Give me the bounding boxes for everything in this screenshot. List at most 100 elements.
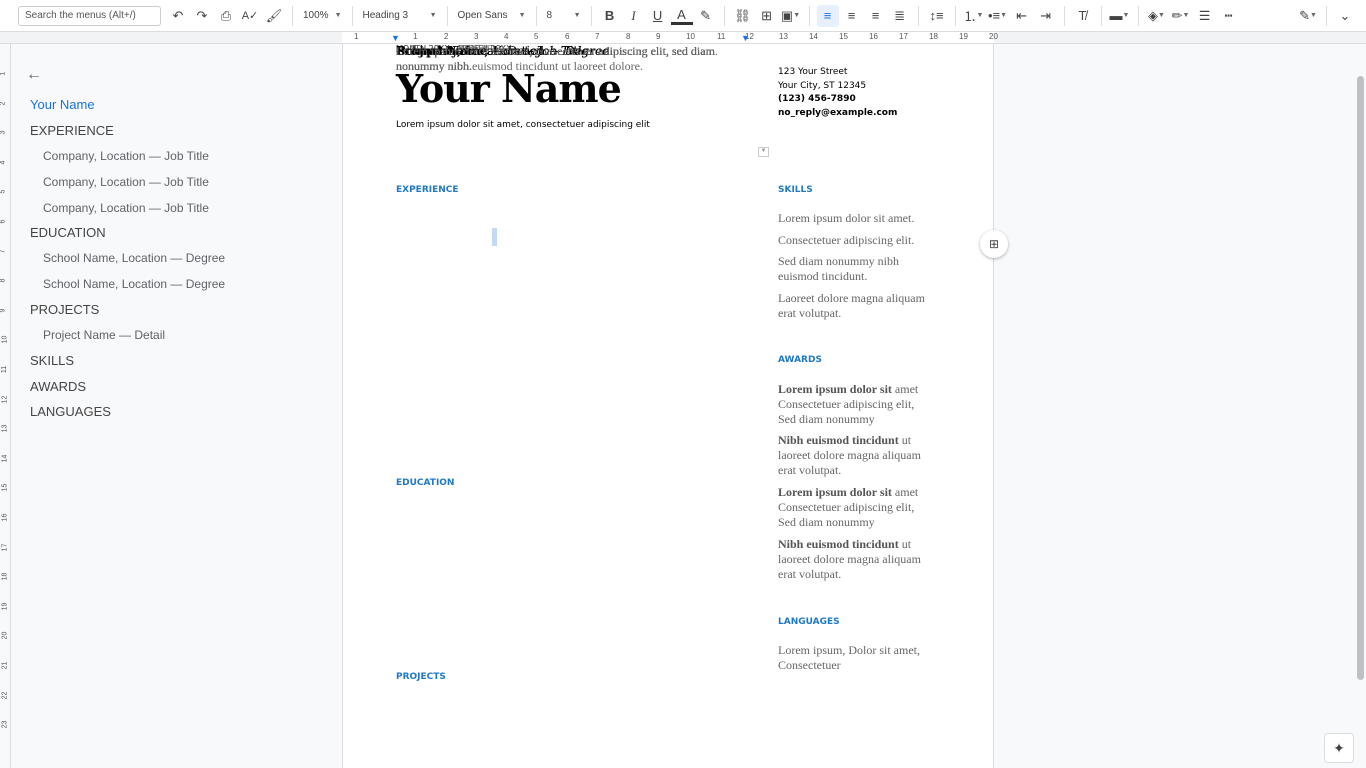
divider <box>292 5 293 26</box>
divider <box>808 5 810 26</box>
line-spacing-icon[interactable]: ↕≡ <box>926 5 948 27</box>
outline-item[interactable]: PROJECTS <box>30 302 99 317</box>
link-icon[interactable]: ⛓ <box>732 5 754 27</box>
outline-item[interactable]: School Name, Location — Degree <box>43 277 225 291</box>
table-options-icon[interactable]: ▼ <box>758 147 769 157</box>
align-left-icon[interactable]: ≡ <box>816 4 839 27</box>
close-outline-icon[interactable]: ← <box>26 66 42 84</box>
bulleted-list-icon[interactable]: •≡ ▼ <box>987 5 1009 27</box>
text-color-icon[interactable]: A <box>670 7 693 25</box>
search-menus-input[interactable]: Search the menus (Alt+/) <box>18 5 161 26</box>
projects-heading: PROJECTS <box>396 672 446 682</box>
ruler-tick-label: 4 <box>504 32 509 41</box>
outline-item[interactable]: Project Name — Detail <box>43 328 165 342</box>
caret-icon: ▼ <box>334 12 342 19</box>
caret-icon: ▼ <box>518 12 526 19</box>
divider <box>954 5 956 26</box>
education-heading: EDUCATION <box>396 478 455 488</box>
decrease-indent-icon[interactable]: ⇤ <box>1011 5 1033 27</box>
divider <box>1100 5 1102 26</box>
redo-icon[interactable]: ↷ <box>191 5 213 27</box>
numbered-list-icon[interactable]: ⒈ ▼ <box>963 5 985 27</box>
border-dash-icon[interactable]: ┅ <box>1218 5 1240 27</box>
outline-item[interactable]: LANGUAGES <box>30 404 111 419</box>
undo-icon[interactable]: ↶ <box>167 5 189 27</box>
zoom-value: 100% <box>303 10 329 21</box>
increase-indent-icon[interactable]: ⇥ <box>1035 5 1057 27</box>
outline-item[interactable]: SKILLS <box>30 353 74 368</box>
languages-text: Lorem ipsum, Dolor sit amet, Consectetue… <box>778 643 920 672</box>
print-icon[interactable]: ⎙ <box>215 5 237 27</box>
fill-color-icon[interactable]: ◈ ▼ <box>1146 5 1168 27</box>
align-right-icon[interactable]: ≡ <box>865 5 887 27</box>
border-color-icon[interactable]: ✏ ▼ <box>1170 5 1192 27</box>
award-title: Lorem ipsum dolor sit <box>778 485 892 499</box>
ruler-tick-label: 2 <box>444 32 449 41</box>
italic-icon[interactable]: I <box>623 5 645 27</box>
divider <box>1063 5 1065 26</box>
editing-mode-icon[interactable]: ✎ ▼ <box>1297 5 1319 27</box>
ruler-tick-label: 14 <box>809 32 818 41</box>
skill-item: Sed diam nonummy nibh euismod tincidunt. <box>778 254 899 283</box>
style-value: Heading 3 <box>362 10 409 21</box>
document-page[interactable]: Your Name Lorem ipsum dolor sit amet, co… <box>342 44 994 768</box>
border-width-icon[interactable]: ☰ <box>1194 5 1216 27</box>
zoom-dropdown[interactable]: 100% ▼ <box>299 10 346 21</box>
text-selection-cursor <box>492 228 497 246</box>
font-size-value: 8 <box>546 10 553 21</box>
caret-icon: ▼ <box>573 12 581 19</box>
divider <box>723 5 725 26</box>
outline-item[interactable]: School Name, Location — Degree <box>43 251 225 265</box>
input-tools-icon[interactable]: ▬ ▼ <box>1109 5 1131 27</box>
font-size-dropdown[interactable]: 8 ▼ <box>543 10 585 21</box>
right-indent-marker-icon[interactable]: ▼ <box>741 33 750 43</box>
highlight-icon[interactable]: ✎ <box>695 5 717 27</box>
skill-item: Laoreet dolore magna aliquam erat volutp… <box>778 291 925 320</box>
outline-item[interactable]: Company, Location — Job Title <box>43 149 209 163</box>
award-item: Nibh euismod tincidunt ut laoreet dolore… <box>778 433 928 478</box>
spellcheck-icon[interactable]: A✓ <box>239 5 261 27</box>
divider <box>1326 5 1327 26</box>
outline-item[interactable]: AWARDS <box>30 379 86 394</box>
ruler-tick-label: 6 <box>565 32 570 41</box>
style-dropdown[interactable]: Heading 3 ▼ <box>359 10 441 21</box>
collapse-chevron-icon[interactable]: ⌄ <box>1334 5 1356 27</box>
outline-item[interactable]: Your Name <box>30 97 95 112</box>
divider <box>1137 5 1139 26</box>
bold-icon[interactable]: B <box>599 5 621 27</box>
entry-description: Lorem ipsum dolor sit amet, consectetuer… <box>396 44 669 58</box>
ruler-tick-label: 13 <box>779 32 788 41</box>
ruler-tick-label: 18 <box>929 32 938 41</box>
paint-format-icon[interactable]: 🖌 <box>263 5 285 27</box>
justify-icon[interactable]: ≣ <box>889 5 911 27</box>
ruler-tick-label: 20 <box>989 32 998 41</box>
align-center-icon[interactable]: ≡ <box>841 5 863 27</box>
outline-item[interactable]: EXPERIENCE <box>30 123 114 138</box>
ruler-tick-label: 5 <box>534 32 539 41</box>
indent-marker-icon[interactable]: ▼ <box>391 33 400 43</box>
add-comment-button[interactable]: ⊞ <box>980 230 1008 258</box>
outline-item[interactable]: Company, Location — Job Title <box>43 175 209 189</box>
contact-email: no_reply@example.com <box>778 108 898 118</box>
clear-formatting-icon[interactable]: T̸ <box>1072 5 1094 27</box>
font-dropdown[interactable]: Open Sans ▼ <box>454 10 530 21</box>
skill-item: Consectetuer adipiscing elit. <box>778 233 915 247</box>
underline-icon[interactable]: U <box>647 5 669 27</box>
contact-city: Your City, ST 12345 <box>778 81 867 91</box>
scrollbar[interactable] <box>1357 76 1364 680</box>
divider <box>535 5 537 26</box>
award-item: Lorem ipsum dolor sit amet Consectetuer … <box>778 382 928 427</box>
divider <box>590 5 592 26</box>
outline-item[interactable]: EDUCATION <box>30 225 106 240</box>
ruler-tick-label: 7 <box>595 32 600 41</box>
contact-street: 123 Your Street <box>778 67 848 77</box>
horizontal-ruler[interactable]: 1 1 2 3 4 5 6 7 8 9 10 11 12 13 14 15 16 17 18 19 20 ▼ ▼ <box>0 32 1366 44</box>
insert-image-icon[interactable]: ▣ ▼ <box>780 5 802 27</box>
add-comment-icon[interactable]: ⊞ <box>756 5 778 27</box>
ruler-tick-label: 16 <box>869 32 878 41</box>
outline-item[interactable]: Company, Location — Job Title <box>43 201 209 215</box>
skills-heading: SKILLS <box>778 185 813 195</box>
explore-button[interactable]: ✦ <box>1324 733 1354 763</box>
languages-heading: LANGUAGES <box>778 617 840 627</box>
ruler-tick-label: 3 <box>474 32 479 41</box>
